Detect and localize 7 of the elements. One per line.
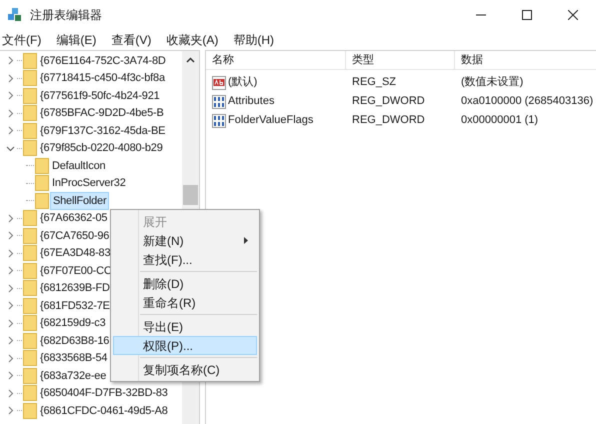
value-type: REG_SZ [352,76,396,88]
value-data: 0xa0100000 (2685403136) [461,95,594,108]
value-data: (数值未设置) [461,76,524,88]
value-type: REG_DWORD [352,114,425,126]
value-type: REG_DWORD [352,95,425,108]
window-title: 注册表编辑器 [30,7,102,24]
value-data: 0x00000001 (1) [461,114,538,126]
